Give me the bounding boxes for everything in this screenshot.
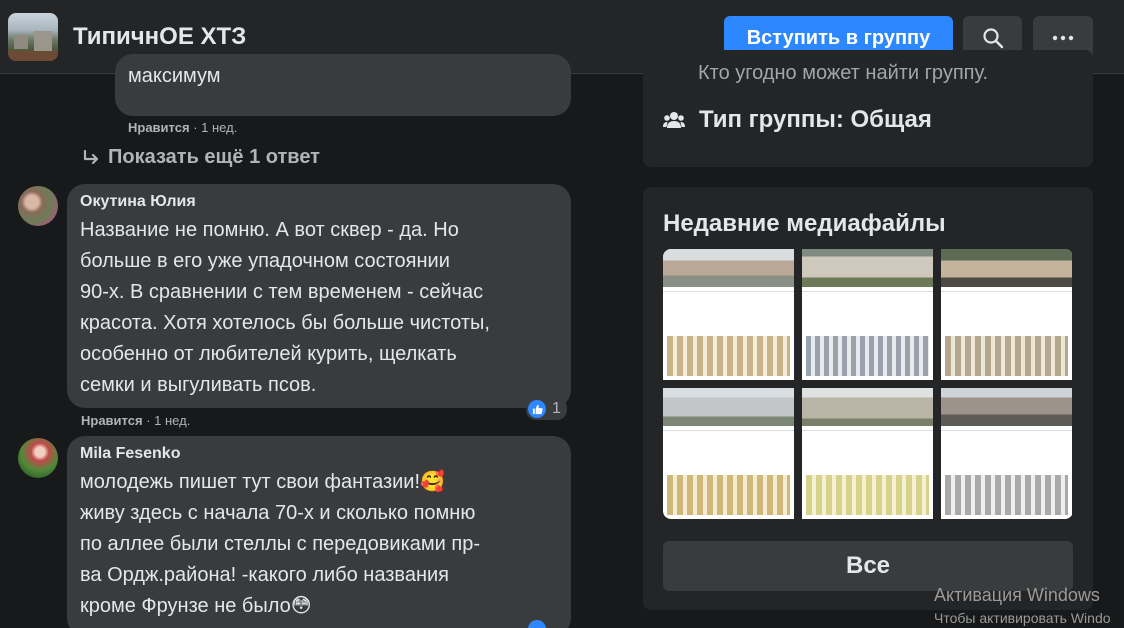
comment-line: живу здесь с начала 70-х и сколько помню xyxy=(80,502,476,524)
comment-body: Название не помню. А вот сквер - да. Но … xyxy=(80,215,490,401)
comment-line: особенно от любителей курить, щелкать xyxy=(80,343,457,365)
separator-dot: · xyxy=(146,413,155,428)
comment-line: кроме Фрунзе не было😳 xyxy=(80,595,312,617)
comment-author[interactable]: Mila Fesenko xyxy=(80,445,180,463)
comment-author[interactable]: Окутина Юлия xyxy=(80,193,196,211)
comment-bubble: Mila Fesenko молодежь пишет тут свои фан… xyxy=(67,436,571,628)
media-thumbnail[interactable] xyxy=(663,249,794,380)
separator-dot: · xyxy=(193,120,202,135)
people-icon xyxy=(663,112,685,128)
more-icon xyxy=(1052,35,1074,41)
comment-time[interactable]: 1 нед. xyxy=(201,120,237,135)
comment-bubble: максимум xyxy=(115,54,571,116)
avatar[interactable] xyxy=(18,438,58,478)
comments-section: максимум Нравится · 1 нед. Показать ещё … xyxy=(0,54,623,628)
watermark-subtitle: Чтобы активировать Windo xyxy=(934,610,1111,626)
comment-line: по аллее были стеллы с передовиками пр- xyxy=(80,533,480,555)
media-thumbnail[interactable] xyxy=(941,388,1072,519)
reply-arrow-icon xyxy=(83,149,99,164)
show-more-label: Показать ещё 1 ответ xyxy=(108,146,320,168)
comment-line: семки и выгуливать псов. xyxy=(80,374,317,396)
comment-text: максимум xyxy=(128,65,221,87)
media-thumbnail[interactable] xyxy=(663,388,794,519)
recent-media-card: Недавние медиафайлы Все xyxy=(643,187,1093,610)
watermark-title: Активация Windows xyxy=(934,585,1100,605)
like-reaction-icon xyxy=(528,400,546,418)
comment-line: больше в его уже упадочном состоянии xyxy=(80,250,450,272)
comment-meta: Нравится · 1 нед. xyxy=(81,413,190,428)
comment-line: красота. Хотя хотелось бы больше чистоты… xyxy=(80,312,490,334)
like-link[interactable]: Нравится xyxy=(81,413,143,428)
comment-line: Название не помню. А вот сквер - да. Но xyxy=(80,219,459,241)
avatar[interactable] xyxy=(18,186,58,226)
like-link[interactable]: Нравится xyxy=(128,120,190,135)
group-cover-thumbnail[interactable] xyxy=(8,13,58,61)
comment-time[interactable]: 1 нед. xyxy=(154,413,190,428)
group-name[interactable]: ТипичнОЕ ХТЗ xyxy=(73,23,246,51)
see-all-media-button[interactable]: Все xyxy=(663,541,1073,591)
windows-activation-watermark: Активация Windows Чтобы активировать Win… xyxy=(934,585,1111,626)
comment-meta: Нравится · 1 нед. xyxy=(128,120,237,135)
visibility-text: Кто угодно может найти группу. xyxy=(698,62,989,84)
comment-bubble: Окутина Юлия Название не помню. А вот ск… xyxy=(67,184,571,408)
media-thumbnail[interactable] xyxy=(941,249,1072,380)
about-card: Кто угодно может найти группу. Тип групп… xyxy=(643,50,1093,167)
media-thumbnail[interactable] xyxy=(802,388,933,519)
reaction-count[interactable]: 1 xyxy=(526,398,567,420)
comment-line: ва Ордж.района! -какого либо названия xyxy=(80,564,449,586)
comment-line: молодежь пишет тут свои фантазии!🥰 xyxy=(80,471,445,493)
search-icon xyxy=(982,28,1003,49)
media-thumbnail[interactable] xyxy=(802,249,933,380)
reaction-number: 1 xyxy=(552,400,561,417)
comment-body: молодежь пишет тут свои фантазии!🥰 живу … xyxy=(80,467,480,622)
show-more-replies[interactable]: Показать ещё 1 ответ xyxy=(82,146,320,169)
media-grid xyxy=(663,249,1073,519)
recent-media-title: Недавние медиафайлы xyxy=(663,210,946,237)
comment-line: 90-х. В сравнении с тем временем - сейча… xyxy=(80,281,484,303)
group-type: Тип группы: Общая xyxy=(699,106,932,133)
group-type-row: Тип группы: Общая xyxy=(663,106,932,134)
